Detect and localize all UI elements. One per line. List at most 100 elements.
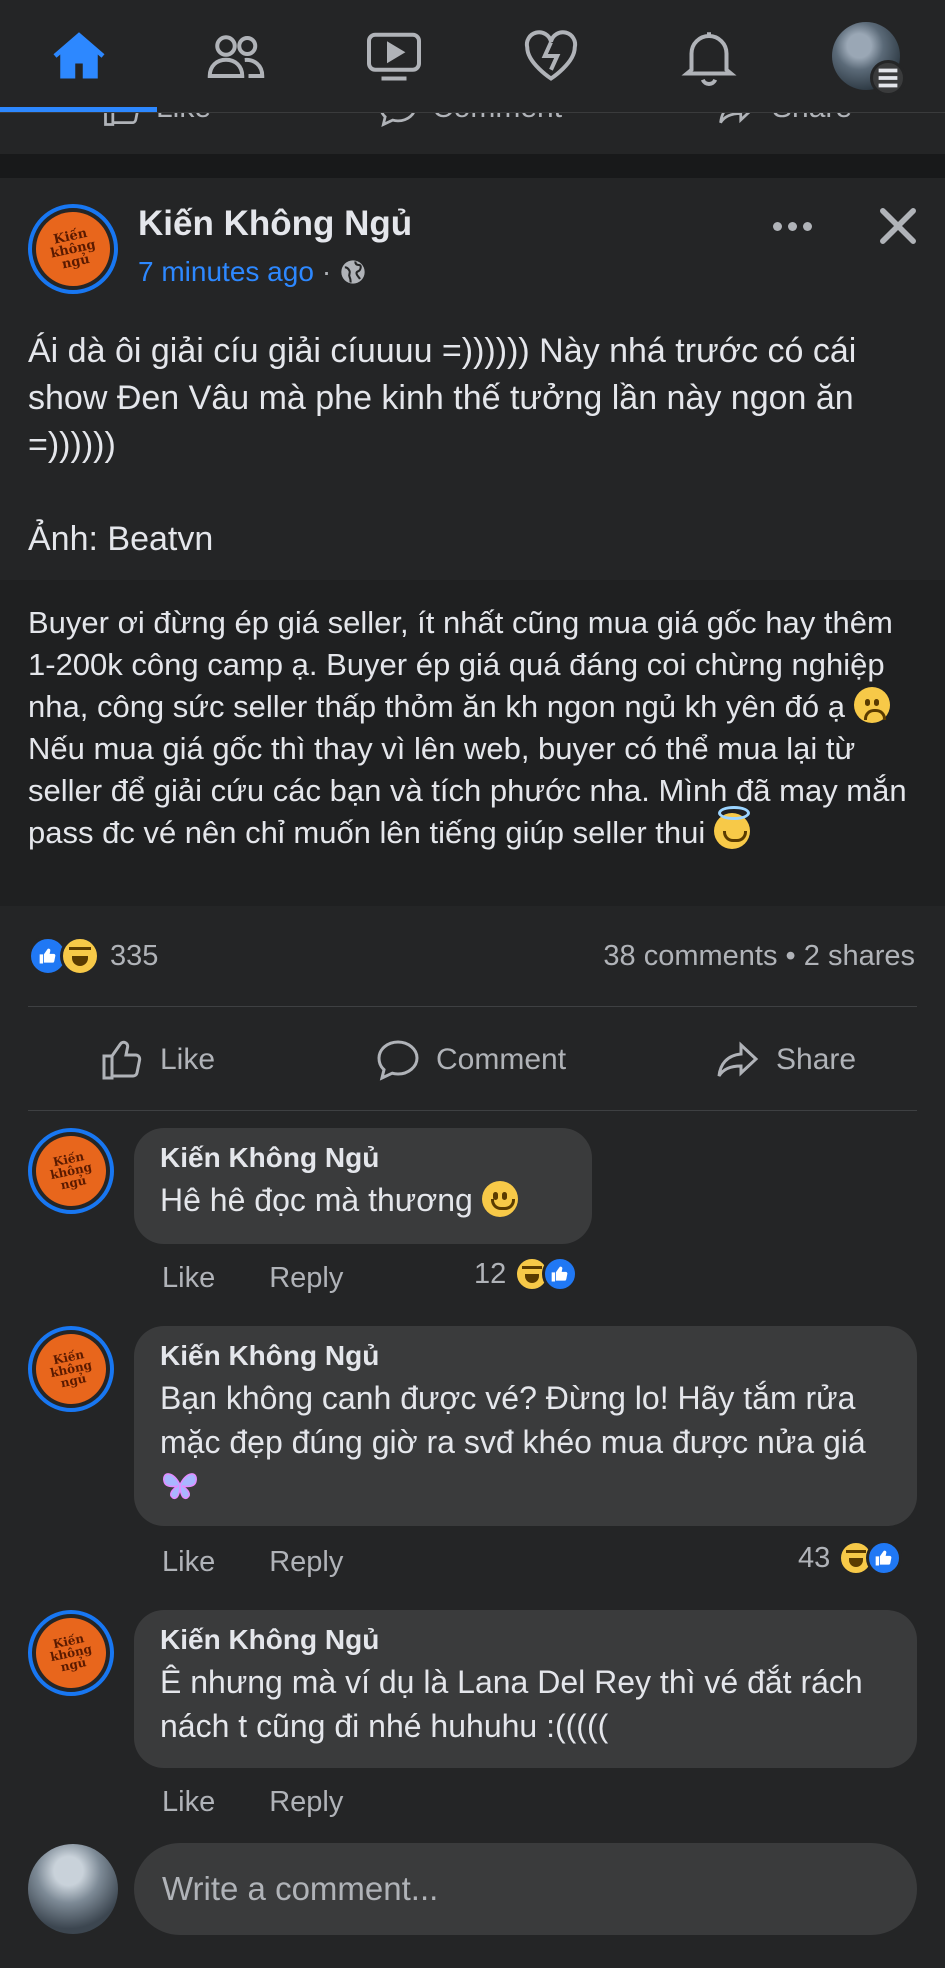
thumbs-up-icon xyxy=(102,1040,142,1080)
image-caption-box[interactable]: Buyer ơi đừng ép giá seller, ít nhất cũn… xyxy=(0,580,945,906)
comment-text: Bạn không canh được vé? Đừng lo! Hãy tắm… xyxy=(160,1376,891,1508)
comment-avatar-logo: Kiến không ngủ xyxy=(29,1129,113,1213)
dating-icon xyxy=(524,30,577,81)
share-icon xyxy=(719,112,752,124)
share-button[interactable]: Share xyxy=(714,1010,856,1110)
avatar-logo-line: ngủ xyxy=(59,1173,88,1193)
image-caption: Buyer ơi đừng ép giá seller, ít nhất cũn… xyxy=(28,602,918,854)
comment-actions: Like Reply xyxy=(162,1786,397,1819)
previous-like-button[interactable]: Like xyxy=(100,112,211,130)
comment-text-content: Bạn không canh được vé? Đừng lo! Hãy tắm… xyxy=(160,1380,875,1460)
comment-reply-button[interactable]: Reply xyxy=(269,1546,343,1578)
comment-avatar[interactable]: Kiến không ngủ xyxy=(28,1326,114,1412)
nav-watch[interactable] xyxy=(315,0,472,112)
nav-dating[interactable] xyxy=(472,0,629,112)
post-text: Ái dà ôi giải cíu giải cíuuuu =)))))) Nà… xyxy=(28,332,857,558)
comment-icon xyxy=(377,1040,419,1081)
comment-text: Ê nhưng mà ví dụ là Lana Del Rey thì vé … xyxy=(160,1664,872,1744)
comment-author[interactable]: Kiến Không Ngủ xyxy=(160,1624,891,1656)
previous-share-label: Share xyxy=(772,112,852,125)
comment-reactions[interactable]: 43 xyxy=(798,1540,903,1576)
post-stats: 335 38 comments • 2 shares xyxy=(0,928,945,984)
close-icon[interactable] xyxy=(872,200,924,252)
menu-icon xyxy=(869,60,906,96)
avatar-logo-line: ngủ xyxy=(59,1655,88,1675)
comment-avatar-logo: Kiến không ngủ xyxy=(29,1611,113,1695)
nav-menu[interactable] xyxy=(787,0,944,112)
caption-text-part: Buyer ơi đừng ép giá seller, ít nhất cũn… xyxy=(28,605,902,724)
comment-avatar[interactable]: Kiến không ngủ xyxy=(28,1128,114,1214)
page-name[interactable]: Kiến Không Ngủ xyxy=(138,204,412,244)
nav-home[interactable] xyxy=(0,0,157,112)
friends-icon xyxy=(207,35,264,78)
feed-post: Kiến không ngủ Kiến Không Ngủ 7 minutes … xyxy=(0,178,945,1968)
previous-share-button[interactable]: Share xyxy=(716,112,852,130)
top-navigation-bar xyxy=(0,0,945,113)
comment-bubble[interactable]: Kiến Không Ngủ Bạn không canh được vé? Đ… xyxy=(134,1326,917,1526)
divider xyxy=(28,1006,917,1007)
globe-icon xyxy=(341,260,365,284)
comment-text: Hê hê đọc mà thương xyxy=(160,1178,566,1222)
meta-separator: · xyxy=(321,256,332,287)
comment-actions: Like Reply xyxy=(162,1546,397,1579)
home-icon xyxy=(53,32,104,79)
previous-like-label: Like xyxy=(156,112,211,125)
smile-emoji-icon xyxy=(481,1181,518,1217)
like-reaction-icon xyxy=(866,1540,903,1576)
more-options-button[interactable] xyxy=(764,208,820,244)
reaction-summary[interactable]: 335 xyxy=(28,936,158,976)
more-dot-icon xyxy=(772,221,782,231)
comment-reply-button[interactable]: Reply xyxy=(269,1262,343,1294)
comment-like-button[interactable]: Like xyxy=(162,1262,215,1294)
comment-actions: Like Reply xyxy=(162,1262,397,1295)
write-comment-input[interactable]: Write a comment... xyxy=(134,1843,917,1935)
comment-bubble[interactable]: Kiến Không Ngủ Hê hê đọc mà thương xyxy=(134,1128,592,1244)
comment-like-button[interactable]: Like xyxy=(162,1786,215,1818)
comment-icon xyxy=(380,112,416,127)
share-label: Share xyxy=(776,1043,857,1076)
like-reaction-icon xyxy=(542,1256,579,1292)
stats-separator: • xyxy=(785,940,796,972)
comment-reply-button[interactable]: Reply xyxy=(269,1786,343,1818)
bell-icon xyxy=(680,32,737,86)
share-icon xyxy=(717,1041,759,1077)
engagement-counts: 38 comments • 2 shares xyxy=(603,940,915,973)
comment-bubble[interactable]: Kiến Không Ngủ Ê nhưng mà ví dụ là Lana … xyxy=(134,1610,917,1768)
comments-count[interactable]: 38 comments xyxy=(603,940,777,972)
comment-button[interactable]: Comment xyxy=(374,1010,566,1110)
watch-icon xyxy=(366,32,421,81)
comment-avatar-logo: Kiến không ngủ xyxy=(29,1327,113,1411)
butterfly-emoji-icon xyxy=(163,1473,197,1500)
sad-face-emoji-icon xyxy=(853,687,890,723)
like-button[interactable]: Like xyxy=(98,1010,215,1110)
current-user-avatar xyxy=(28,1844,118,1934)
reaction-count: 335 xyxy=(110,939,159,972)
nav-notifications[interactable] xyxy=(630,0,787,112)
haha-reaction-icon xyxy=(60,936,100,976)
previous-comment-label: Comment xyxy=(432,112,562,125)
divider xyxy=(28,1110,917,1111)
nav-friends[interactable] xyxy=(157,0,314,112)
more-dot-icon xyxy=(802,221,812,231)
previous-comment-button[interactable]: Comment xyxy=(376,112,562,130)
comment-like-button[interactable]: Like xyxy=(162,1546,215,1578)
post-timestamp[interactable]: 7 minutes ago xyxy=(138,256,314,288)
shares-count[interactable]: 2 shares xyxy=(804,940,915,972)
comment-reactions[interactable]: 12 xyxy=(474,1256,579,1292)
angel-face-emoji-icon xyxy=(713,806,750,849)
page-avatar[interactable]: Kiến không ngủ xyxy=(28,204,118,294)
previous-post-actions: Like Comment Share xyxy=(0,112,945,154)
thumbs-up-icon xyxy=(104,112,139,126)
profile-avatar xyxy=(831,22,906,96)
comment-label: Comment xyxy=(436,1043,567,1076)
post-meta: 7 minutes ago · xyxy=(138,256,367,288)
more-dot-icon xyxy=(787,221,797,231)
comment-author[interactable]: Kiến Không Ngủ xyxy=(160,1340,891,1372)
feed-separator xyxy=(0,154,945,178)
comment-avatar[interactable]: Kiến không ngủ xyxy=(28,1610,114,1696)
post-actions: Like Comment Share xyxy=(0,1010,945,1110)
like-label: Like xyxy=(160,1043,216,1076)
active-tab-indicator xyxy=(0,107,157,112)
comment-author[interactable]: Kiến Không Ngủ xyxy=(160,1142,566,1174)
avatar-logo-line: ngủ xyxy=(59,1371,88,1391)
